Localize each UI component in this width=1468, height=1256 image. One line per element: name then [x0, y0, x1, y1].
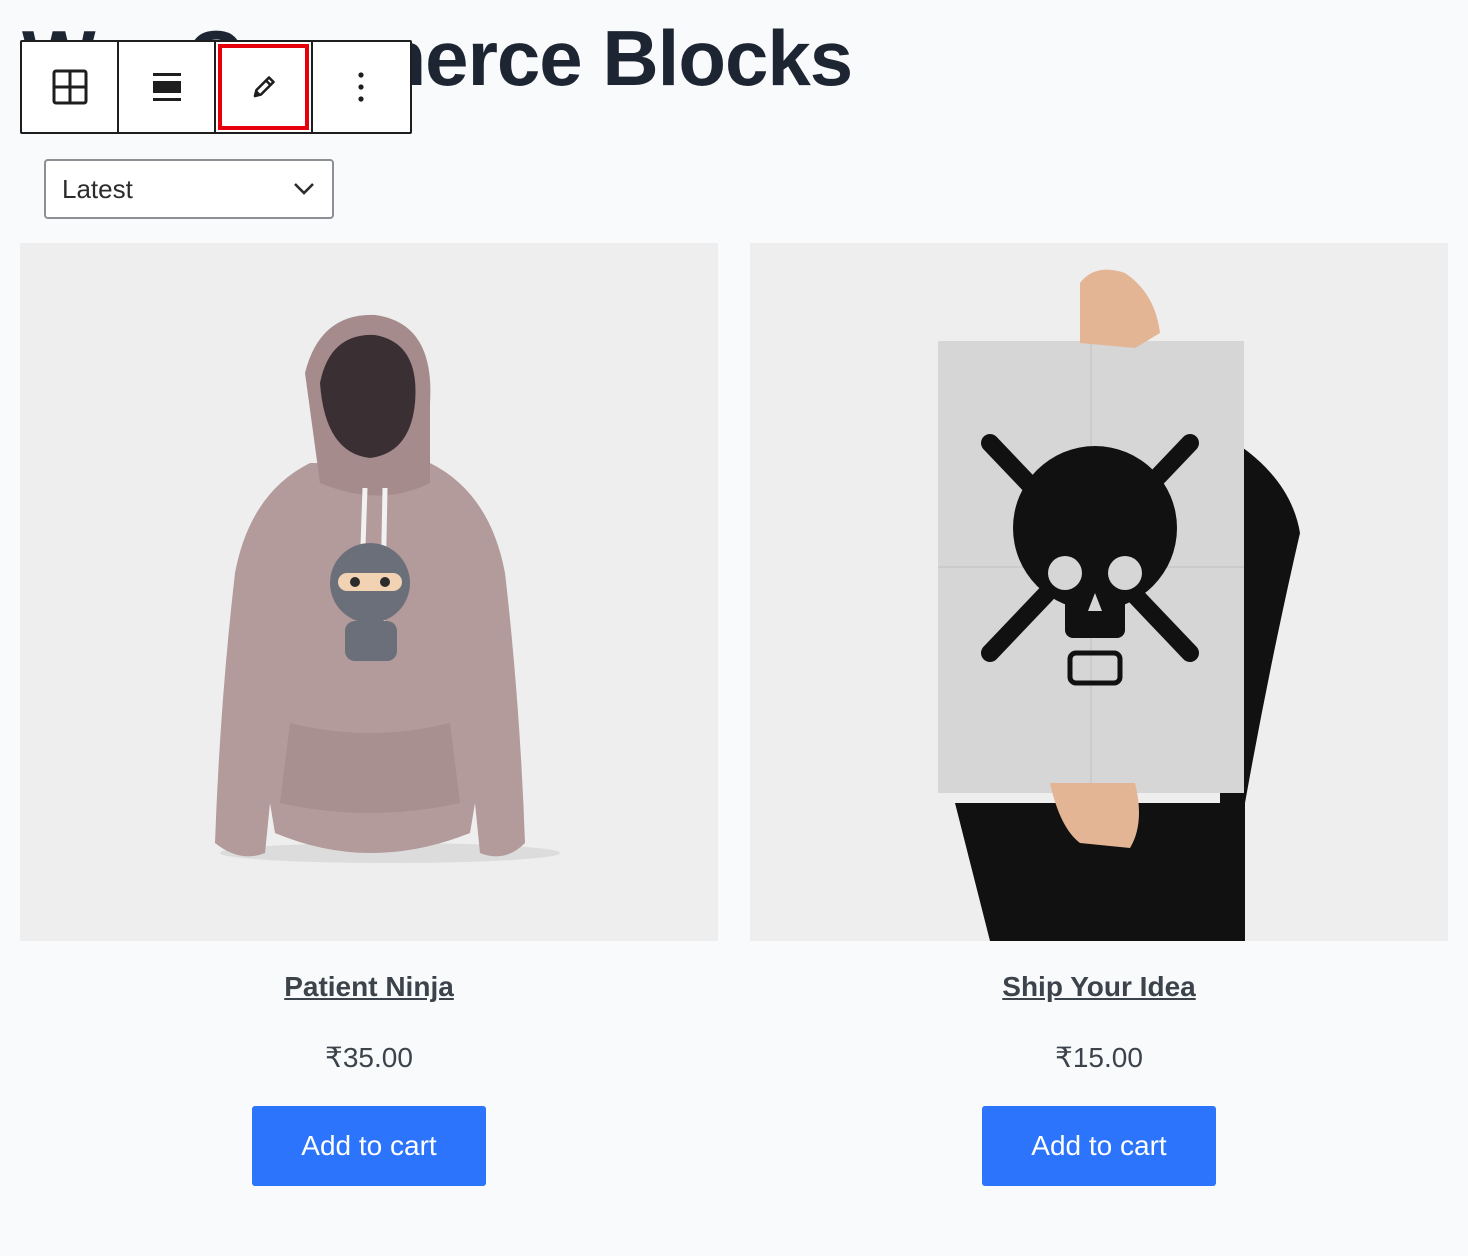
product-card: Patient Ninja ₹35.00 Add to cart [20, 243, 718, 1186]
product-card: Ship Your Idea ₹15.00 Add to cart [750, 243, 1448, 1186]
edit-pencil-icon [253, 76, 275, 98]
sort-order-value: Latest [62, 173, 133, 204]
more-options-icon [358, 72, 365, 102]
product-price: ₹35.00 [325, 1042, 413, 1073]
edit-button[interactable] [216, 42, 313, 132]
block-toolbar [20, 40, 412, 134]
product-price: ₹15.00 [1055, 1042, 1143, 1073]
product-name-link[interactable]: Patient Ninja [20, 971, 718, 1003]
add-to-cart-button[interactable]: Add to cart [252, 1106, 486, 1186]
sort-order-select[interactable]: Latest [44, 159, 334, 219]
product-image[interactable] [20, 243, 718, 941]
block-grid-icon [52, 69, 87, 105]
product-image[interactable] [750, 243, 1448, 941]
more-options-button[interactable] [313, 42, 410, 132]
poster-image [938, 269, 1300, 941]
block-type-button[interactable] [22, 42, 119, 132]
align-icon [152, 73, 181, 101]
chevron-down-icon [294, 183, 314, 195]
product-name-link[interactable]: Ship Your Idea [750, 971, 1448, 1003]
hoodie-image [215, 314, 560, 863]
add-to-cart-button[interactable]: Add to cart [982, 1106, 1216, 1186]
align-button[interactable] [119, 42, 216, 132]
